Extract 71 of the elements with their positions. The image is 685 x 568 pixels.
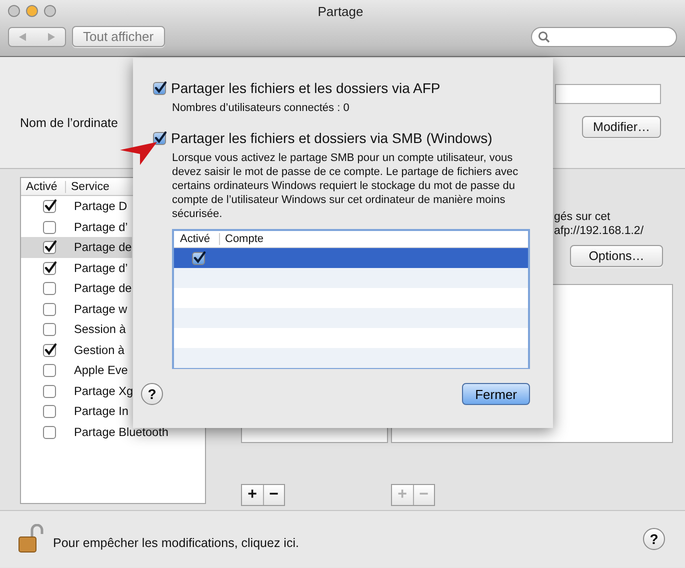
- checkbox[interactable]: [42, 363, 56, 378]
- add-remove-control[interactable]: + −: [241, 484, 285, 506]
- field-label: Nom de l’ordinate: [20, 116, 118, 132]
- service-name: Partage de: [74, 240, 132, 254]
- close-button[interactable]: Fermer: [462, 383, 530, 405]
- service-row[interactable]: Partage de: [21, 237, 132, 258]
- checkbox[interactable]: [153, 81, 167, 95]
- service-row[interactable]: Partage Xg: [21, 380, 134, 401]
- search-field[interactable]: [531, 26, 677, 46]
- service-row[interactable]: Partage In: [21, 401, 132, 422]
- service-name: Partage w: [74, 302, 128, 316]
- checkbox[interactable]: [42, 220, 56, 234]
- lock-text: Pour empêcher les modifications, cliquez ici.: [53, 536, 299, 550]
- checkbox[interactable]: [192, 251, 206, 265]
- close-icon[interactable]: [8, 5, 20, 17]
- column-header: Activé: [174, 233, 220, 245]
- service-row[interactable]: Partage d’: [21, 258, 132, 278]
- window-title: Partage: [316, 4, 364, 18]
- service-name: Session à: [74, 322, 126, 336]
- add-button[interactable]: +: [242, 485, 262, 505]
- info-text: afp://192.168.1.2/: [554, 224, 645, 238]
- checkbox-label: Partager les fichiers et dossiers via SMB (Windows): [171, 130, 492, 146]
- checkbox[interactable]: [42, 260, 56, 275]
- checkbox[interactable]: [153, 131, 167, 145]
- options-button[interactable]: Options…: [570, 245, 663, 267]
- edit-button[interactable]: Modifier…: [582, 116, 661, 138]
- pointer-arrow: [120, 140, 158, 166]
- checkbox[interactable]: [42, 342, 56, 357]
- lock-icon[interactable]: [18, 524, 44, 554]
- checkbox[interactable]: [42, 384, 56, 398]
- forward-icon[interactable]: [46, 32, 56, 42]
- service-name: Gestion à: [74, 342, 124, 357]
- service-name: Partage In: [74, 404, 128, 418]
- service-row[interactable]: Partage de: [21, 278, 132, 298]
- checkbox[interactable]: [42, 302, 56, 316]
- back-icon[interactable]: [18, 32, 28, 42]
- checkbox-label: Partager les fichiers et les dossiers via AFP: [171, 80, 440, 96]
- service-name: Partage D: [74, 199, 128, 214]
- service-row[interactable]: Gestion à: [21, 340, 132, 360]
- column-header: Service: [70, 180, 110, 192]
- service-name: Apple Eve: [74, 363, 128, 378]
- service-row[interactable]: Partage d’: [21, 216, 132, 237]
- column-header: Compte: [224, 233, 264, 245]
- service-row[interactable]: Partage Bluetooth: [21, 422, 168, 442]
- info-text: gés sur cet: [554, 210, 612, 224]
- checkbox[interactable]: [42, 199, 56, 214]
- remove-button[interactable]: −: [262, 485, 284, 505]
- minimize-icon[interactable]: [26, 5, 38, 17]
- service-row[interactable]: Session à: [21, 319, 132, 340]
- help-button[interactable]: ?: [141, 383, 163, 405]
- show-all-button[interactable]: Tout afficher: [72, 26, 165, 47]
- service-name: Partage d’: [74, 260, 128, 275]
- service-name: Partage Xg: [74, 384, 134, 398]
- search-icon: [538, 30, 550, 42]
- description-text: Lorsque vous activez le partage SMB pour un compte utilisateur, vous devez saisir le mot de passe de ce compte. Le partage de fichiers avec certains ordinateurs Windows requiert le stockage du mot de passe du compte de l’utilisateur Windows sur cet ordinateur de manière moins sécurisée.: [172, 151, 520, 221]
- service-name: Partage de: [74, 281, 132, 296]
- column-header: Activé: [21, 180, 66, 192]
- service-row[interactable]: Apple Eve: [21, 360, 132, 380]
- name-field[interactable]: [555, 84, 661, 104]
- checkbox[interactable]: [42, 281, 56, 296]
- checkbox[interactable]: [42, 322, 56, 336]
- connected-users-text: Nombres d’utilisateurs connectés : 0: [172, 102, 350, 114]
- service-name: Partage Bluetooth: [74, 424, 168, 439]
- help-button[interactable]: ?: [643, 528, 665, 550]
- checkbox[interactable]: [42, 424, 56, 439]
- service-row[interactable]: Partage w: [21, 298, 132, 319]
- service-row[interactable]: Partage D: [21, 196, 132, 216]
- service-name: Partage d’: [74, 220, 128, 234]
- checkbox[interactable]: [42, 240, 56, 254]
- checkbox[interactable]: [42, 404, 56, 418]
- zoom-icon[interactable]: [44, 5, 56, 17]
